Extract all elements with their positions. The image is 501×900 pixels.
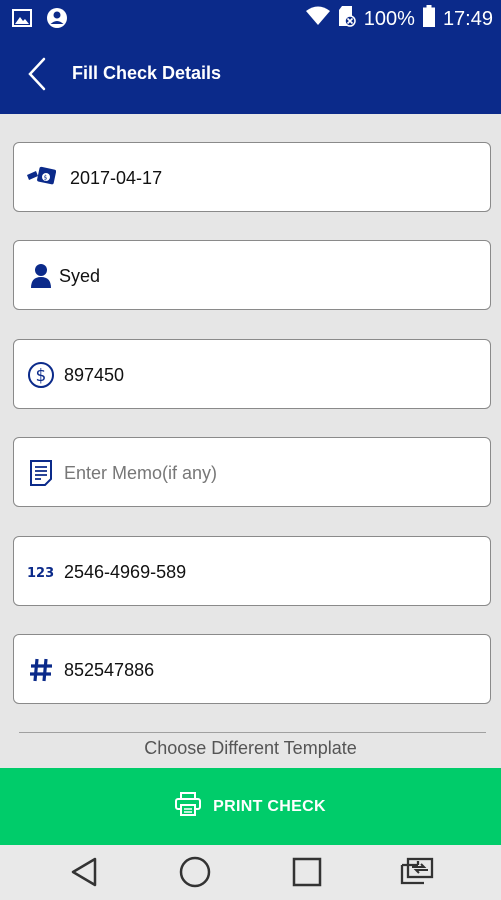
dollar-circle-icon: $ xyxy=(26,360,56,390)
memo-document-icon xyxy=(26,458,56,488)
account-number-input[interactable] xyxy=(64,557,464,587)
check-number-input[interactable] xyxy=(64,655,464,685)
memo-field[interactable] xyxy=(13,437,491,507)
payee-field[interactable] xyxy=(13,240,491,310)
hash-icon xyxy=(26,655,56,685)
svg-text:$: $ xyxy=(36,366,47,386)
image-icon xyxy=(12,9,32,32)
wifi-icon xyxy=(305,6,330,32)
circle-home-icon xyxy=(179,856,211,893)
app-bar: Fill Check Details xyxy=(0,37,501,114)
account-number-field[interactable]: 123 xyxy=(13,536,491,606)
nav-recents-button[interactable] xyxy=(290,857,324,891)
amount-field[interactable]: $ xyxy=(13,339,491,409)
triangle-back-icon xyxy=(70,857,98,892)
print-check-label: PRINT CHECK xyxy=(213,797,326,815)
choose-template-link[interactable]: Choose Different Template xyxy=(0,738,501,759)
nav-home-button[interactable] xyxy=(178,856,212,893)
page-title: Fill Check Details xyxy=(72,63,222,83)
date-input[interactable] xyxy=(70,163,470,193)
square-recents-icon xyxy=(292,857,322,892)
divider xyxy=(19,732,486,733)
memo-input[interactable] xyxy=(64,458,464,488)
back-button[interactable] xyxy=(20,56,54,96)
clock: 17:49 xyxy=(442,7,493,30)
payee-input[interactable] xyxy=(59,261,459,291)
check-date-icon: $ xyxy=(26,163,56,193)
svg-text:$: $ xyxy=(44,175,48,182)
date-field[interactable]: $ xyxy=(13,142,491,212)
svg-text:123: 123 xyxy=(27,566,54,580)
battery-level: 100% xyxy=(363,7,415,30)
status-bar: 100% 17:49 xyxy=(0,0,501,37)
nav-switch-button[interactable] xyxy=(398,857,434,892)
check-number-field[interactable] xyxy=(13,634,491,704)
system-nav-bar xyxy=(0,845,501,900)
chevron-left-icon xyxy=(28,57,46,96)
print-check-button[interactable]: PRINT CHECK xyxy=(0,768,501,845)
person-icon xyxy=(26,261,56,291)
switch-windows-icon xyxy=(398,857,434,892)
amount-input[interactable] xyxy=(64,360,464,390)
sim-card-icon xyxy=(338,5,356,33)
account-circle-icon xyxy=(46,7,68,34)
printer-icon xyxy=(175,792,202,821)
nav-back-button[interactable] xyxy=(67,857,101,891)
battery-icon xyxy=(422,5,435,33)
numbers-123-icon: 123 xyxy=(26,557,56,587)
